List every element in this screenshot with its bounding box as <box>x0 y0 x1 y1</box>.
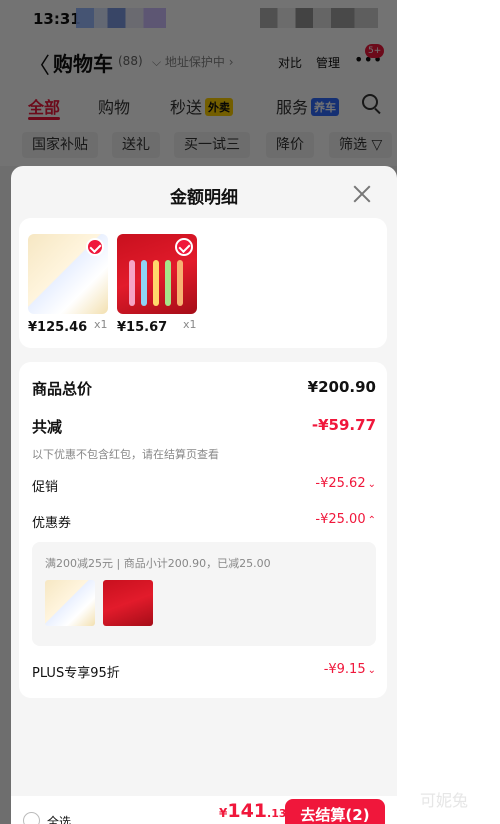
checkmark-icon <box>86 238 104 256</box>
sheet-title: 金额明细 <box>170 188 238 208</box>
coupon-value: -¥25.00 ⌃ <box>315 512 376 527</box>
message-badge: 5+ <box>365 44 385 58</box>
chevron-down-icon: ⌄ <box>367 479 376 490</box>
plus-label: PLUS专享95折 <box>32 666 120 681</box>
product-qty: x1 <box>183 318 197 331</box>
coupon-product-thumbnail <box>103 580 153 626</box>
plus-value: -¥9.15 ⌄ <box>323 662 376 677</box>
header: 〈 购物车 (88) ⌵ 地址保护中 › 对比 管理 ••• 5+ <box>0 36 397 86</box>
select-all-radio[interactable] <box>23 812 40 824</box>
coupon-product-thumbnail <box>45 580 95 626</box>
goods-total-label: 商品总价 <box>32 380 93 398</box>
chevron-left-icon[interactable]: 〈 <box>28 48 50 80</box>
car-care-pill: 养车 <box>311 98 340 116</box>
status-time: 13:31 <box>33 10 81 28</box>
product-price: ¥15.67 <box>117 320 168 335</box>
product-qty: x1 <box>94 318 108 331</box>
promo-label: 促销 <box>32 480 59 495</box>
tab-all[interactable]: 全部 <box>28 94 60 118</box>
filter-chips: 国家补贴 送礼 买一试三 降价 筛选 ▽ <box>0 126 397 166</box>
tab-shopping[interactable]: 购物 <box>98 94 130 118</box>
coupon-detail-box: 满200减25元 | 商品小计200.90，已减25.00 <box>32 542 376 646</box>
discount-note: 以下优惠不包含红包，请在结算页查看 <box>32 448 219 461</box>
price-summary-card: 商品总价 ¥200.90 共减 -¥59.77 以下优惠不包含红包，请在结算页查… <box>19 362 387 698</box>
status-icons-right <box>260 8 378 28</box>
goods-total-value: ¥200.90 <box>307 378 376 396</box>
status-bar: 13:31 <box>0 0 397 36</box>
coupon-label: 优惠券 <box>32 516 72 531</box>
filter-chip[interactable]: 送礼 <box>112 132 160 158</box>
close-icon[interactable] <box>351 183 373 205</box>
promo-value: -¥25.62 ⌄ <box>315 476 376 491</box>
tab-service[interactable]: 服务 养车 <box>276 94 340 118</box>
coupon-row[interactable]: 优惠券 -¥25.00 ⌃ <box>32 512 376 534</box>
amount-detail-sheet: 金额明细 ¥125.46 x1 ¥15.67 x1 商品总价 ¥200.90 共… <box>11 166 397 824</box>
status-icons-left <box>76 8 166 28</box>
checkmark-icon <box>175 238 193 256</box>
product-thumbnail[interactable] <box>28 234 108 314</box>
checkout-button[interactable]: 去结算(2) <box>285 799 385 824</box>
product-price: ¥125.46 <box>28 320 88 335</box>
select-all-label[interactable]: 全选 <box>47 813 71 824</box>
checkout-bar: 全选 ¥141.13 去结算(2) <box>11 796 397 824</box>
address-protection[interactable]: ⌵ 地址保护中 › <box>152 53 234 70</box>
filter-chip[interactable]: 买一试三 <box>174 132 250 158</box>
tab-underline <box>28 117 60 120</box>
plus-discount-row[interactable]: PLUS专享95折 -¥9.15 ⌄ <box>32 662 376 684</box>
chevron-up-icon: ⌃ <box>367 515 376 526</box>
total-reduce-value: -¥59.77 <box>311 416 376 434</box>
search-icon[interactable] <box>362 94 378 110</box>
product-thumbnail[interactable] <box>117 234 197 314</box>
goods-total-row: 商品总价 ¥200.90 <box>32 378 376 400</box>
total-price: ¥141.13 <box>219 800 287 822</box>
coupon-detail-text: 满200减25元 | 商品小计200.90，已减25.00 <box>45 557 271 570</box>
total-reduce-label: 共减 <box>32 418 63 436</box>
filter-button[interactable]: 筛选 ▽ <box>329 132 393 158</box>
cart-count: (88) <box>118 54 143 68</box>
filter-chip[interactable]: 国家补贴 <box>22 132 98 158</box>
watermark: 可妮兔 <box>420 791 469 810</box>
manage-button[interactable]: 管理 <box>316 54 340 71</box>
chevron-down-icon: ⌄ <box>367 665 376 676</box>
promo-row[interactable]: 促销 -¥25.62 ⌄ <box>32 476 376 498</box>
product-card: ¥125.46 x1 ¥15.67 x1 <box>19 218 387 348</box>
filter-chip[interactable]: 降价 <box>266 132 314 158</box>
category-tabs: 全部 购物 秒送 外卖 服务 养车 <box>0 86 397 126</box>
takeout-pill: 外卖 <box>205 98 234 116</box>
tab-instant[interactable]: 秒送 外卖 <box>170 94 234 118</box>
phone-screen: 13:31 〈 购物车 (88) ⌵ 地址保护中 › 对比 管理 ••• 5+ … <box>0 0 397 824</box>
total-reduce-row: 共减 -¥59.77 <box>32 416 376 438</box>
compare-button[interactable]: 对比 <box>278 54 302 71</box>
page-title: 购物车 <box>53 52 113 76</box>
